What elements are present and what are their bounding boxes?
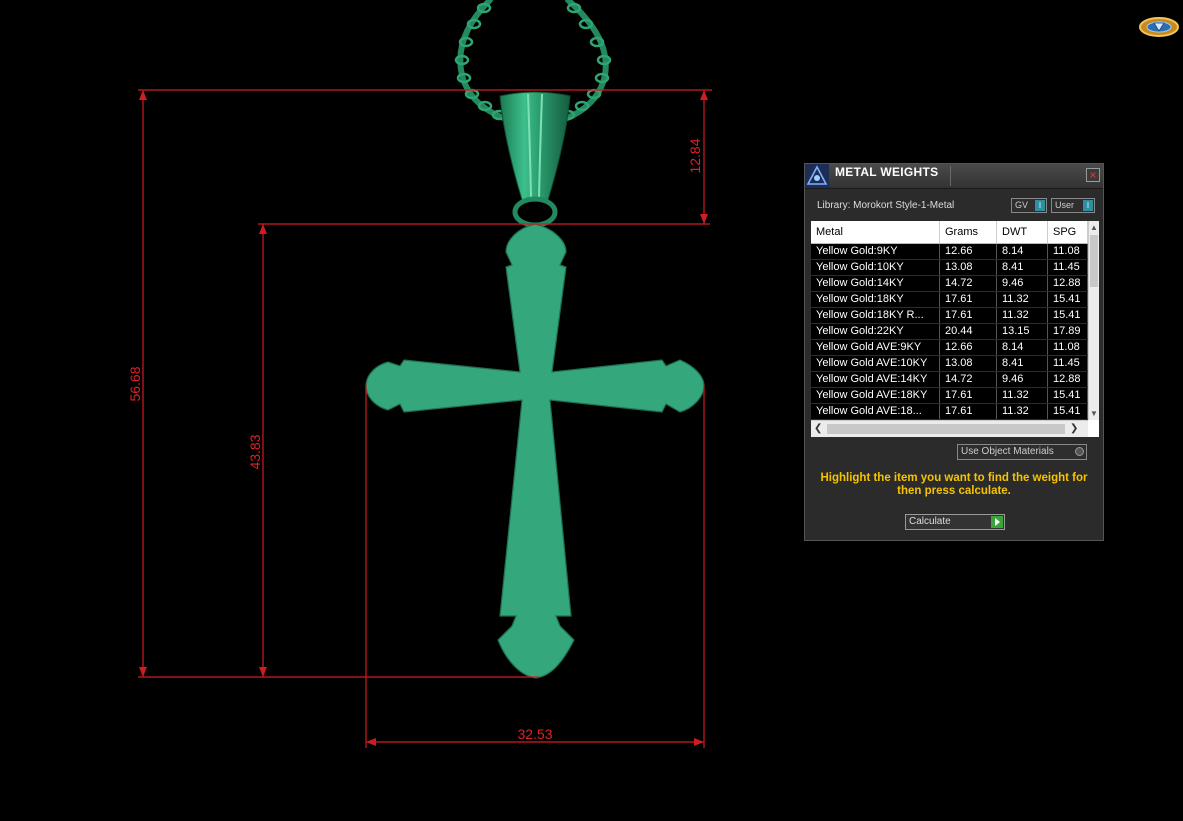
instruction-text: Highlight the item you want to find the … — [820, 472, 1088, 497]
play-icon — [991, 516, 1003, 528]
horizontal-scroll-thumb[interactable] — [827, 424, 1065, 434]
metal-cell: Yellow Gold:10KY — [811, 260, 940, 275]
column-header-spg[interactable]: SPG — [1048, 221, 1088, 243]
spg-cell: 12.88 — [1048, 372, 1088, 387]
scroll-left-icon[interactable]: ❮ — [814, 423, 822, 434]
dwt-cell: 11.32 — [997, 308, 1048, 323]
panel-titlebar[interactable]: METAL WEIGHTS × — [805, 164, 1103, 189]
dwt-cell: 8.41 — [997, 356, 1048, 371]
metal-cell: Yellow Gold AVE:9KY — [811, 340, 940, 355]
metal-cell: Yellow Gold:14KY — [811, 276, 940, 291]
table-row[interactable]: Yellow Gold:14KY 14.72 9.46 12.88 — [811, 276, 1088, 292]
use-object-materials-toggle[interactable]: Use Object Materials — [957, 444, 1087, 460]
grams-cell: 17.61 — [940, 404, 997, 419]
table-row[interactable]: Yellow Gold AVE:9KY 12.66 8.14 11.08 — [811, 340, 1088, 356]
user-indicator-icon: I — [1083, 200, 1093, 211]
metal-cell: Yellow Gold AVE:10KY — [811, 356, 940, 371]
bail-height-label: 12.84 — [687, 138, 703, 173]
user-toggle-button[interactable]: User I — [1051, 198, 1095, 213]
grams-cell: 20.44 — [940, 324, 997, 339]
calculate-label: Calculate — [909, 516, 951, 527]
dwt-cell: 13.15 — [997, 324, 1048, 339]
gv-toggle-button[interactable]: GV I — [1011, 198, 1047, 213]
metal-weights-panel: METAL WEIGHTS × Library: Morokort Style-… — [804, 163, 1104, 541]
jump-ring — [512, 196, 558, 228]
dwt-cell: 9.46 — [997, 276, 1048, 291]
width-label: 32.53 — [517, 726, 552, 742]
use-object-materials-label: Use Object Materials — [961, 446, 1054, 457]
vertical-scrollbar[interactable]: ▲ ▼ — [1088, 221, 1099, 420]
spg-cell: 15.41 — [1048, 388, 1088, 403]
grams-cell: 13.08 — [940, 260, 997, 275]
scroll-right-icon[interactable]: ❯ — [1070, 423, 1078, 434]
table-header: Metal Grams DWT SPG — [811, 221, 1088, 244]
gv-label: GV — [1015, 200, 1029, 210]
spg-cell: 17.89 — [1048, 324, 1088, 339]
gv-indicator-icon: I — [1035, 200, 1045, 211]
column-header-dwt[interactable]: DWT — [997, 221, 1048, 243]
table-body: Yellow Gold:9KY 12.66 8.14 11.08 Yellow Gol… — [811, 244, 1088, 420]
close-button[interactable]: × — [1086, 168, 1100, 182]
calculate-button[interactable]: Calculate — [905, 514, 1005, 530]
scroll-up-icon[interactable]: ▲ — [1089, 223, 1099, 232]
table-row[interactable]: Yellow Gold AVE:14KY 14.72 9.46 12.88 — [811, 372, 1088, 388]
user-label: User — [1055, 200, 1075, 210]
metal-cell: Yellow Gold:18KY — [811, 292, 940, 307]
dwt-cell: 8.14 — [997, 340, 1048, 355]
grams-cell: 14.72 — [940, 276, 997, 291]
bail — [499, 91, 571, 201]
library-label: Library: Morokort Style-1-Metal — [817, 200, 955, 211]
overall-height-label: 56.68 — [127, 366, 143, 401]
table-row[interactable]: Yellow Gold:18KY 17.61 11.32 15.41 — [811, 292, 1088, 308]
grams-cell: 17.61 — [940, 388, 997, 403]
spg-cell: 15.41 — [1048, 308, 1088, 323]
grams-cell: 14.72 — [940, 372, 997, 387]
panel-title: METAL WEIGHTS — [835, 165, 939, 179]
radio-icon — [1075, 447, 1084, 456]
metal-cell: Yellow Gold AVE:18... — [811, 404, 940, 419]
cross-pendant — [365, 223, 705, 679]
table-row[interactable]: Yellow Gold:9KY 12.66 8.14 11.08 — [811, 244, 1088, 260]
metal-cell: Yellow Gold AVE:14KY — [811, 372, 940, 387]
spg-cell: 15.41 — [1048, 404, 1088, 419]
spg-cell: 11.45 — [1048, 260, 1088, 275]
dwt-cell: 8.14 — [997, 244, 1048, 259]
grams-cell: 12.66 — [940, 340, 997, 355]
table-row[interactable]: Yellow Gold AVE:10KY 13.08 8.41 11.45 — [811, 356, 1088, 372]
grams-cell: 17.61 — [940, 292, 997, 307]
metal-cell: Yellow Gold AVE:18KY — [811, 388, 940, 403]
column-header-metal[interactable]: Metal — [811, 221, 940, 243]
grams-cell: 17.61 — [940, 308, 997, 323]
dwt-cell: 9.46 — [997, 372, 1048, 387]
spg-cell: 15.41 — [1048, 292, 1088, 307]
table-row[interactable]: Yellow Gold:18KY R... 17.61 11.32 15.41 — [811, 308, 1088, 324]
app-logo-icon[interactable] — [1138, 14, 1180, 40]
spg-cell: 11.08 — [1048, 340, 1088, 355]
scroll-down-icon[interactable]: ▼ — [1089, 409, 1099, 418]
dwt-cell: 11.32 — [997, 292, 1048, 307]
spg-cell: 11.45 — [1048, 356, 1088, 371]
dimension-lines — [138, 89, 712, 748]
table-row[interactable]: Yellow Gold:10KY 13.08 8.41 11.45 — [811, 260, 1088, 276]
metal-cell: Yellow Gold:18KY R... — [811, 308, 940, 323]
spg-cell: 12.88 — [1048, 276, 1088, 291]
horizontal-scrollbar[interactable]: ❮ ❯ — [811, 420, 1088, 437]
table-row[interactable]: Yellow Gold AVE:18... 17.61 11.32 15.41 — [811, 404, 1088, 420]
vertical-scroll-thumb[interactable] — [1090, 235, 1098, 287]
panel-app-icon — [805, 164, 829, 188]
dwt-cell: 11.32 — [997, 388, 1048, 403]
metal-cell: Yellow Gold:9KY — [811, 244, 940, 259]
metal-cell: Yellow Gold:22KY — [811, 324, 940, 339]
titlebar-separator — [950, 166, 951, 186]
grams-cell: 13.08 — [940, 356, 997, 371]
table-row[interactable]: Yellow Gold:22KY 20.44 13.15 17.89 — [811, 324, 1088, 340]
cross-height-label: 43.83 — [247, 434, 263, 469]
column-header-grams[interactable]: Grams — [940, 221, 997, 243]
metal-table[interactable]: Metal Grams DWT SPG Yellow Gold:9KY 12.66… — [811, 221, 1099, 437]
dwt-cell: 11.32 — [997, 404, 1048, 419]
table-row[interactable]: Yellow Gold AVE:18KY 17.61 11.32 15.41 — [811, 388, 1088, 404]
dwt-cell: 8.41 — [997, 260, 1048, 275]
spg-cell: 11.08 — [1048, 244, 1088, 259]
grams-cell: 12.66 — [940, 244, 997, 259]
